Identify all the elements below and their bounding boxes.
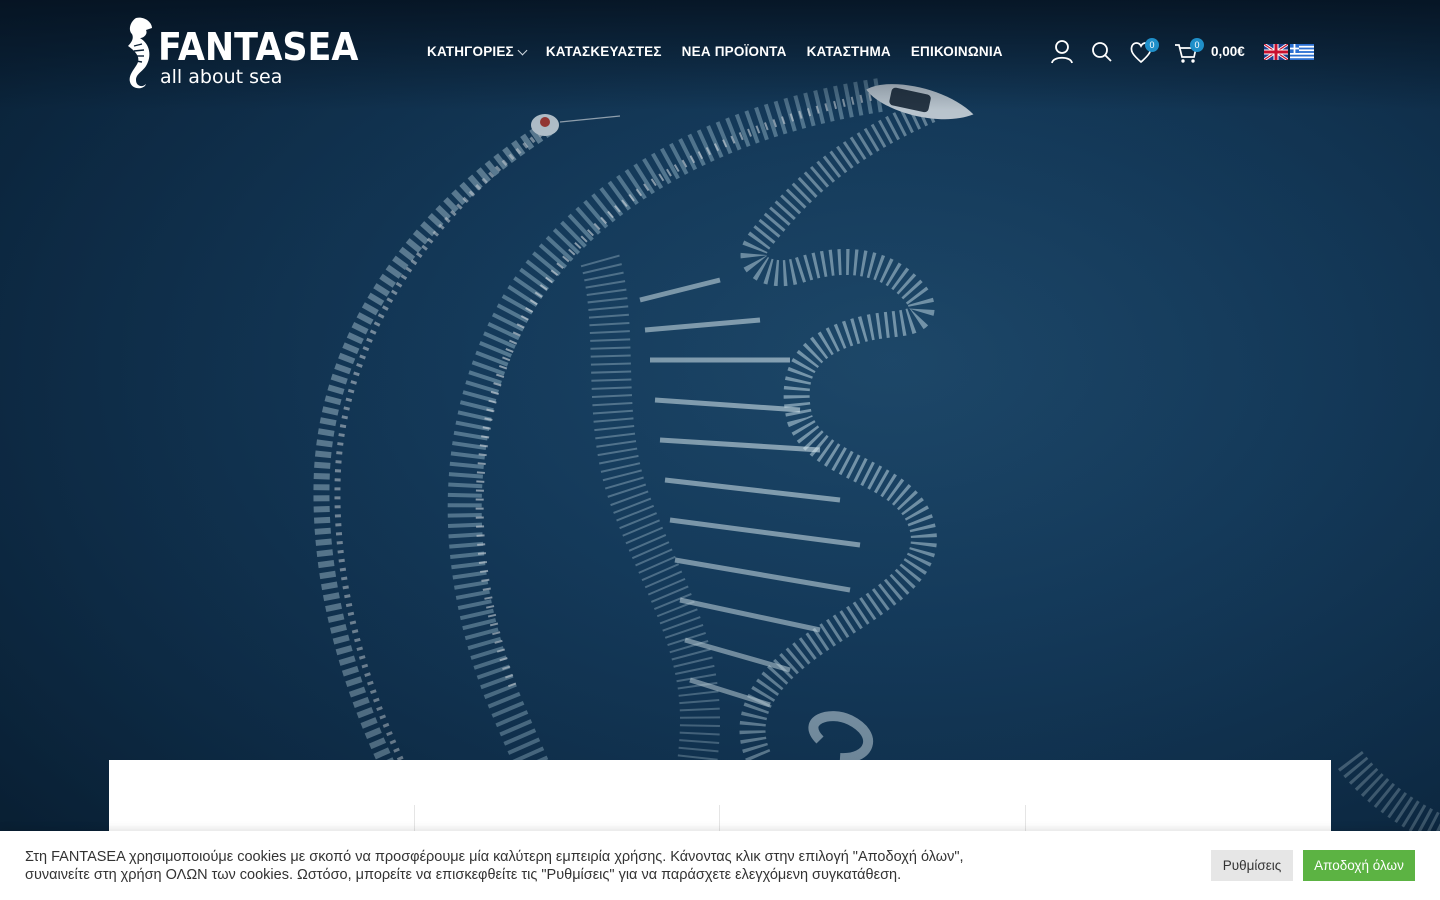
- cookie-message: Στη FANTASEA χρησιμοποιούμε cookies με σ…: [25, 849, 964, 883]
- chevron-down-icon: [517, 45, 528, 55]
- logo-title: FANTASEA: [158, 25, 359, 69]
- main-nav: ΚΑΤΗΓΟΡΙΕΣ ΚΑΤΑΣΚΕΥΑΣΤΕΣ ΝΕΑ ΠΡΟΪΟΝΤΑ ΚΑ…: [427, 43, 1003, 61]
- cookie-bar: Στη FANTASEA χρησιμοποιούμε cookies με σ…: [0, 831, 1440, 900]
- nav-item-label: ΚΑΤΗΓΟΡΙΕΣ: [427, 44, 514, 59]
- nav-item-manufacturers[interactable]: ΚΑΤΑΣΚΕΥΑΣΤΕΣ: [546, 43, 662, 61]
- nav-item-label: ΚΑΤΑΣΚΕΥΑΣΤΕΣ: [545, 44, 662, 59]
- seahorse-logo-icon: [128, 17, 152, 89]
- user-icon: [1051, 40, 1073, 64]
- wishlist-count-badge: 0: [1145, 38, 1159, 52]
- nav-item-label: ΚΑΤΑΣΤΗΜΑ: [806, 44, 891, 59]
- logo-tagline: all about sea: [160, 66, 283, 88]
- nav-item-label: ΕΠΙΚΟΙΝΩΝΙΑ: [910, 44, 1003, 59]
- search-icon: [1092, 42, 1112, 62]
- gr-flag-icon[interactable]: [1290, 44, 1314, 60]
- cookie-accept-all-button[interactable]: Αποδοχή όλων: [1303, 850, 1415, 881]
- nav-item-new-products[interactable]: ΝΕΑ ΠΡΟΪΟΝΤΑ: [682, 43, 787, 61]
- site-header: FANTASEA all about sea ΚΑΤΗΓΟΡΙΕΣ ΚΑΤΑΣΚ…: [0, 0, 1440, 104]
- cart-button[interactable]: 0: [1174, 38, 1204, 66]
- nav-item-categories[interactable]: ΚΑΤΗΓΟΡΙΕΣ: [427, 43, 528, 61]
- nav-item-contact[interactable]: ΕΠΙΚΟΙΝΩΝΙΑ: [911, 43, 1003, 61]
- cart-total[interactable]: 0,00€: [1211, 44, 1245, 59]
- site-logo[interactable]: FANTASEA all about sea: [122, 14, 359, 92]
- en-flag-icon[interactable]: [1264, 44, 1288, 60]
- nav-item-label: ΝΕΑ ΠΡΟΪΟΝΤΑ: [681, 44, 787, 59]
- cart-count-badge: 0: [1190, 38, 1204, 52]
- nav-item-shop[interactable]: ΚΑΤΑΣΤΗΜΑ: [807, 43, 891, 61]
- account-button[interactable]: [1050, 38, 1076, 66]
- cookie-settings-button[interactable]: Ρυθμίσεις: [1211, 850, 1293, 881]
- wishlist-button[interactable]: 0: [1129, 38, 1159, 66]
- search-button[interactable]: [1090, 38, 1116, 66]
